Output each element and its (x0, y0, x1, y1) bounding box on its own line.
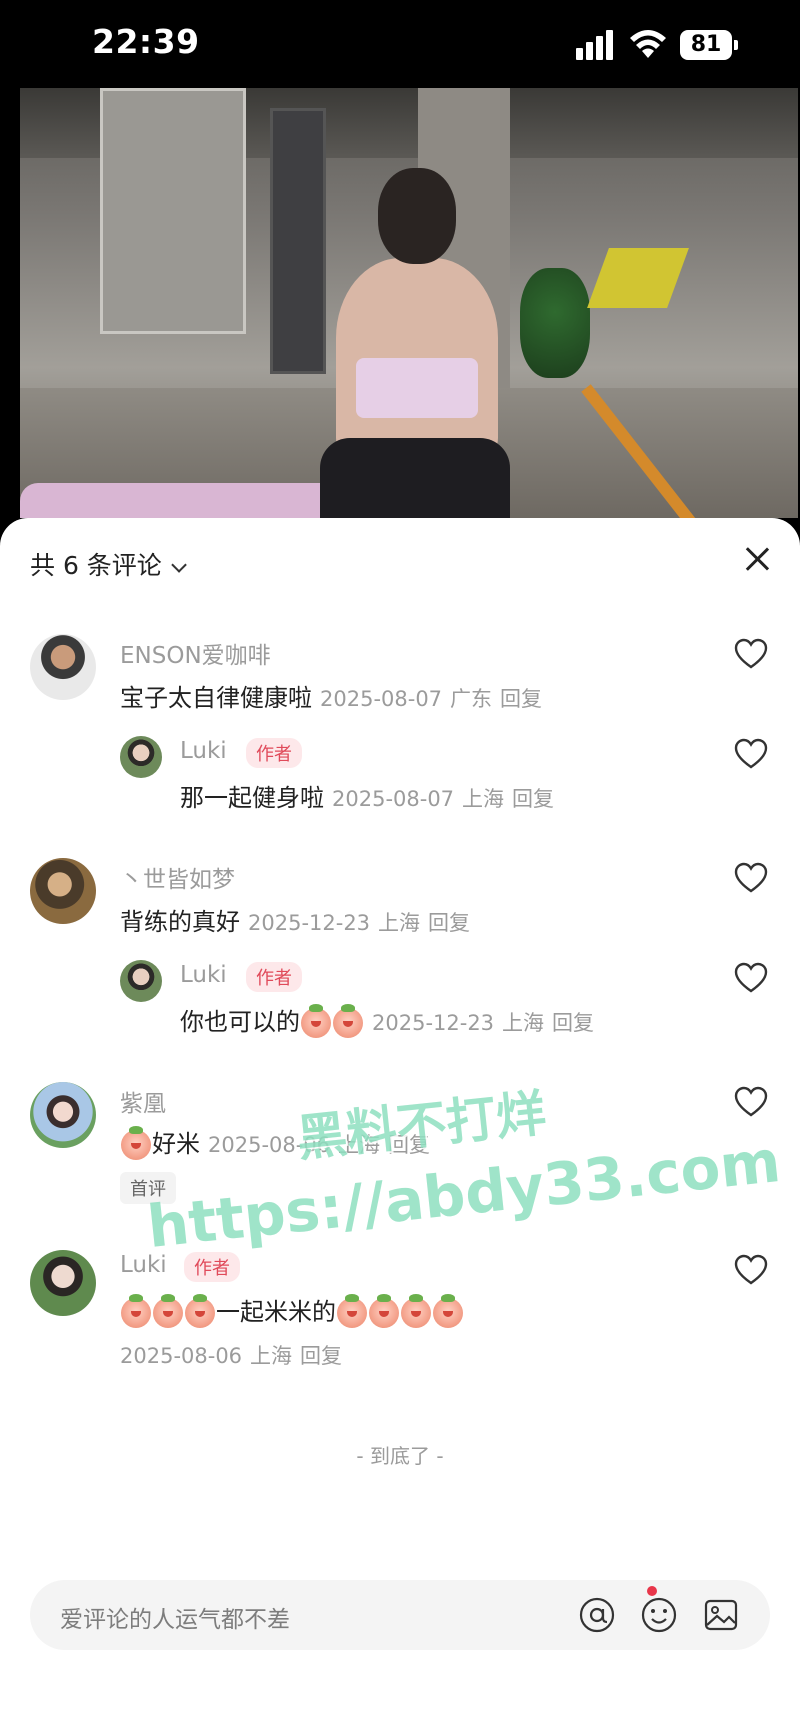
comment-username[interactable]: Luki (180, 962, 227, 988)
author-badge: 作者 (246, 962, 302, 992)
comment-text: 背练的真好 (120, 908, 240, 936)
peach-emoji-icon (369, 1294, 399, 1328)
image-icon[interactable] (702, 1596, 740, 1634)
gym-machine (100, 88, 246, 334)
comment-username[interactable]: 紫凰 (120, 1084, 166, 1118)
peach-emoji-icon (185, 1294, 215, 1328)
yellow-machine (587, 248, 689, 308)
comments-count-label: 共 6 条评论 (30, 551, 162, 580)
avatar[interactable] (30, 1250, 96, 1316)
heart-icon[interactable] (734, 862, 768, 894)
author-badge: 作者 (246, 738, 302, 768)
comment-text: 宝子太自律健康啦 (120, 684, 312, 712)
comment-text-row[interactable]: 宝子太自律健康啦 2025-08-07 广东 回复 (120, 678, 542, 713)
comment-date: 2025-12-23 (372, 1011, 495, 1035)
notification-dot (647, 1586, 657, 1596)
heart-icon[interactable] (734, 638, 768, 670)
reply-button[interactable]: 回复 (512, 787, 554, 811)
reply-button[interactable]: 回复 (500, 687, 542, 711)
comment-text-row[interactable]: 一起米米的 (120, 1292, 464, 1328)
heart-icon[interactable] (734, 962, 768, 994)
peach-emoji-icon (121, 1126, 151, 1160)
avatar[interactable] (120, 736, 162, 778)
comment-text: 那一起健身啦 (180, 784, 324, 812)
comment-date: 2025-08-06 (120, 1344, 243, 1368)
cellular-signal-icon (576, 30, 616, 60)
comment-location: 上海 (462, 787, 505, 811)
person-head (378, 168, 456, 264)
sports-bra (356, 358, 478, 418)
yoga-mat (20, 483, 360, 518)
gym-machine (270, 108, 326, 374)
reply-button[interactable]: 回复 (300, 1344, 342, 1368)
comment-text: 一起米米的 (216, 1298, 336, 1326)
emoji-icon[interactable] (640, 1596, 678, 1634)
comment-input[interactable]: 爱评论的人运气都不差 (30, 1580, 770, 1650)
video-preview[interactable] (20, 88, 798, 518)
at-icon[interactable] (578, 1596, 616, 1634)
comment-username[interactable]: 丶世皆如梦 (120, 860, 235, 894)
comment-text: 好米 (152, 1130, 200, 1158)
comment-date: 2025-08-07 (320, 687, 443, 711)
heart-icon[interactable] (734, 738, 768, 770)
comment-text-row[interactable]: 那一起健身啦 2025-08-07 上海 回复 (180, 778, 554, 813)
person-pants (320, 438, 510, 518)
heart-icon[interactable] (734, 1254, 768, 1286)
comment-username[interactable]: Luki (180, 738, 227, 764)
comment-input-placeholder: 爱评论的人运气都不差 (60, 1607, 290, 1633)
comment-username[interactable]: ENSON爱咖啡 (120, 636, 271, 670)
reply-button[interactable]: 回复 (428, 911, 470, 935)
avatar[interactable] (30, 858, 96, 924)
peach-emoji-icon (153, 1294, 183, 1328)
close-icon[interactable] (742, 544, 772, 574)
comments-count-dropdown[interactable]: 共 6 条评论 (30, 546, 187, 582)
peach-emoji-icon (333, 1004, 363, 1038)
comment-text-row[interactable]: 背练的真好 2025-12-23 上海 回复 (120, 902, 470, 937)
battery-cap (734, 40, 738, 50)
avatar[interactable] (120, 960, 162, 1002)
peach-emoji-icon (401, 1294, 431, 1328)
battery-indicator: 81 (680, 30, 732, 60)
peach-emoji-icon (301, 1004, 331, 1038)
reply-button[interactable]: 回复 (552, 1011, 594, 1035)
comments-sheet: 共 6 条评论 ENSON爱咖啡 宝子太自律健康啦 2025-08-07 广东 回复 … (0, 518, 800, 1729)
comment-date: 2025-08-07 (332, 787, 455, 811)
peach-emoji-icon (433, 1294, 463, 1328)
comment-text: 你也可以的 (180, 1008, 300, 1036)
comment-meta-row: 2025-08-06 上海 回复 (120, 1340, 342, 1370)
wifi-icon (630, 30, 666, 58)
status-bar: 22:39 81 (0, 0, 800, 88)
avatar[interactable] (30, 1082, 96, 1148)
plant (520, 268, 590, 378)
comment-location: 上海 (502, 1011, 545, 1035)
comment-location: 上海 (378, 911, 421, 935)
peach-emoji-icon (337, 1294, 367, 1328)
comment-location: 广东 (450, 687, 493, 711)
peach-emoji-icon (121, 1294, 151, 1328)
avatar[interactable] (30, 634, 96, 700)
comment-date: 2025-12-23 (248, 911, 371, 935)
chevron-down-icon (171, 557, 187, 573)
comment-location: 上海 (250, 1344, 293, 1368)
heart-icon[interactable] (734, 1086, 768, 1118)
status-time: 22:39 (92, 22, 200, 61)
end-of-list-text: - 到底了 - (356, 1444, 444, 1468)
comment-text-row[interactable]: 你也可以的 2025-12-23 上海 回复 (180, 1002, 594, 1038)
